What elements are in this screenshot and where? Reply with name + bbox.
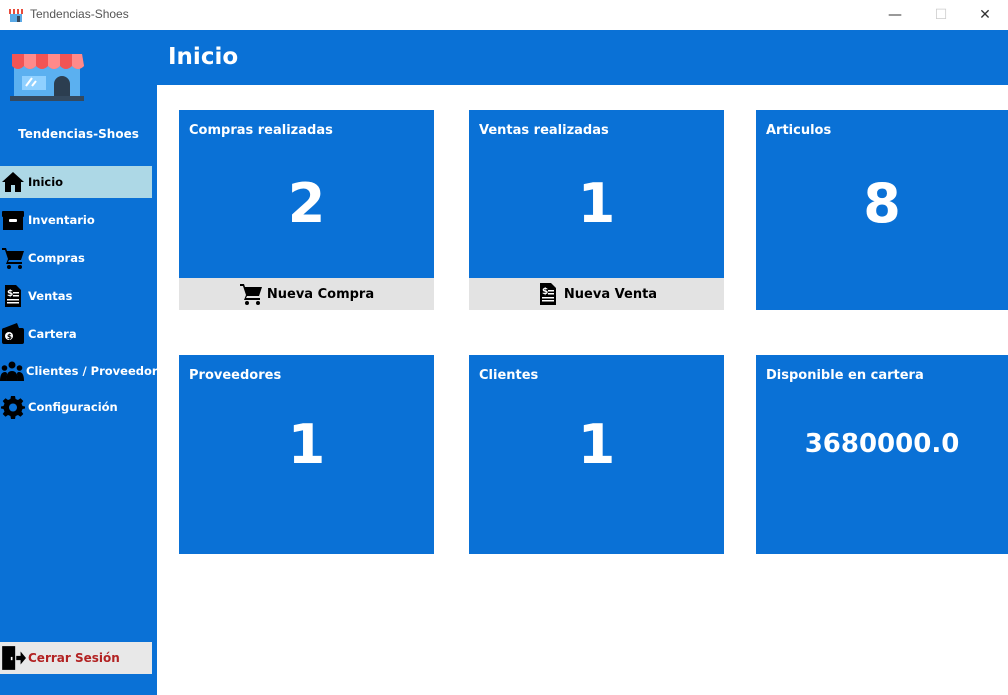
- nueva-compra-label: Nueva Compra: [266, 286, 375, 302]
- card-disponible-en-cartera: Disponible en cartera 3680000.0: [756, 355, 1008, 554]
- brand-name: Tendencias-Shoes: [18, 127, 139, 141]
- sidebar-item-label: Cartera: [28, 327, 77, 341]
- sidebar-item-label: Configuración: [28, 400, 118, 414]
- nueva-venta-button[interactable]: $ Nueva Venta: [469, 278, 724, 310]
- card-title: Clientes: [479, 368, 539, 383]
- page-title: Inicio: [168, 44, 239, 70]
- card-title: Articulos: [766, 123, 832, 138]
- gear-icon: [0, 394, 26, 420]
- svg-text:$: $: [7, 333, 12, 341]
- cart-icon: [0, 245, 26, 271]
- sidebar-item-compras[interactable]: Compras: [0, 242, 152, 274]
- card-title: Proveedores: [189, 368, 282, 383]
- logout-label: Cerrar Sesión: [28, 651, 120, 665]
- people-icon: [0, 358, 24, 384]
- page-header: Inicio: [157, 30, 1008, 85]
- window-title: Tendencias-Shoes: [30, 7, 129, 21]
- title-bar: Tendencias-Shoes — ☐ ✕: [0, 0, 1008, 30]
- svg-text:$: $: [542, 287, 548, 297]
- wallet-icon: $: [0, 321, 26, 347]
- nueva-compra-button[interactable]: Nueva Compra: [179, 278, 434, 310]
- sidebar-item-label: Ventas: [28, 289, 73, 303]
- sidebar-item-ventas[interactable]: $ Ventas: [0, 280, 152, 312]
- card-value: 3680000.0: [804, 429, 960, 459]
- card-title: Disponible en cartera: [766, 368, 924, 383]
- logout-button[interactable]: Cerrar Sesión: [0, 642, 152, 674]
- invoice-icon: $: [539, 283, 556, 305]
- sidebar: Tendencias-Shoes Inicio Inventario Compr…: [0, 30, 172, 695]
- nueva-venta-label: Nueva Venta: [563, 286, 658, 302]
- cart-icon: [239, 284, 262, 305]
- sidebar-item-inventario[interactable]: Inventario: [0, 204, 152, 236]
- card-clientes: Clientes 1: [469, 355, 724, 554]
- card-value: 1: [577, 413, 616, 476]
- card-title: Ventas realizadas: [479, 123, 609, 138]
- box-icon: [0, 207, 26, 233]
- sidebar-item-cartera[interactable]: $ Cartera: [0, 318, 152, 350]
- sidebar-item-label: Inventario: [28, 213, 95, 227]
- exit-icon: [0, 645, 26, 671]
- card-value: 1: [287, 413, 326, 476]
- sidebar-item-label: Compras: [28, 251, 85, 265]
- invoice-icon: $: [0, 283, 26, 309]
- card-title: Compras realizadas: [189, 123, 333, 138]
- store-logo: [10, 54, 84, 101]
- sidebar-item-configuracion[interactable]: Configuración: [0, 391, 152, 423]
- store-icon: [9, 9, 23, 22]
- card-value: 1: [577, 172, 616, 235]
- card-value: 2: [287, 172, 326, 235]
- card-proveedores: Proveedores 1: [179, 355, 434, 554]
- maximize-button[interactable]: ☐: [918, 0, 964, 30]
- card-value: 8: [863, 172, 901, 235]
- minimize-button[interactable]: —: [872, 0, 918, 30]
- card-articulos: Articulos 8: [756, 110, 1008, 310]
- close-button[interactable]: ✕: [962, 0, 1008, 30]
- sidebar-item-inicio[interactable]: Inicio: [0, 166, 152, 198]
- svg-text:$: $: [7, 289, 13, 299]
- card-ventas-realizadas: Ventas realizadas 1 $ Nueva Venta: [469, 110, 724, 310]
- sidebar-item-clientes-proveedores[interactable]: Clientes / Proveedores: [0, 355, 172, 387]
- sidebar-item-label: Inicio: [28, 175, 64, 189]
- card-compras-realizadas: Compras realizadas 2 Nueva Compra: [179, 110, 434, 310]
- sidebar-item-label: Clientes / Proveedores: [26, 364, 173, 378]
- app-window: Tendencias-Shoes — ☐ ✕ Tendencias-Shoes …: [0, 0, 1008, 695]
- home-icon: [0, 169, 26, 195]
